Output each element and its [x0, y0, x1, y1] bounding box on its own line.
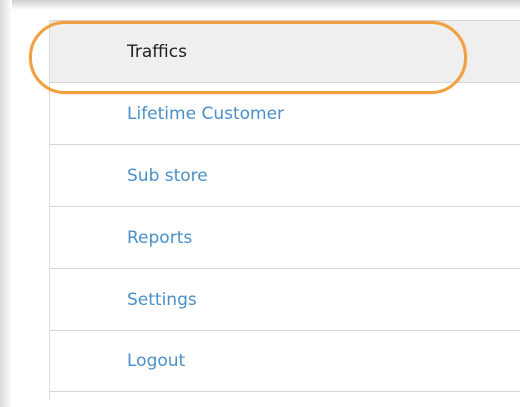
menu-item-label: Sub store [127, 165, 208, 186]
menu-item-label: Logout [127, 351, 186, 371]
menu-item-logout[interactable]: Logout [50, 330, 520, 392]
screenshot-frame: Traffics Lifetime Customer Sub store Rep… [0, 0, 520, 407]
menu-item-label: Reports [127, 227, 193, 248]
menu-item-settings[interactable]: Settings [50, 268, 520, 330]
menu-item-traffics[interactable]: Traffics [50, 20, 520, 82]
menu-item-lifetime-customer[interactable]: Lifetime Customer [50, 82, 520, 144]
shadow-left [0, 0, 12, 407]
shadow-top [0, 0, 520, 10]
menu-item-label: Traffics [127, 41, 187, 62]
menu-item-label: Lifetime Customer [127, 103, 285, 124]
menu-item-sub-store[interactable]: Sub store [50, 144, 520, 206]
menu-item-label: Settings [127, 289, 197, 310]
menu-item-reports[interactable]: Reports [50, 206, 520, 268]
navigation-menu: Traffics Lifetime Customer Sub store Rep… [49, 20, 520, 400]
